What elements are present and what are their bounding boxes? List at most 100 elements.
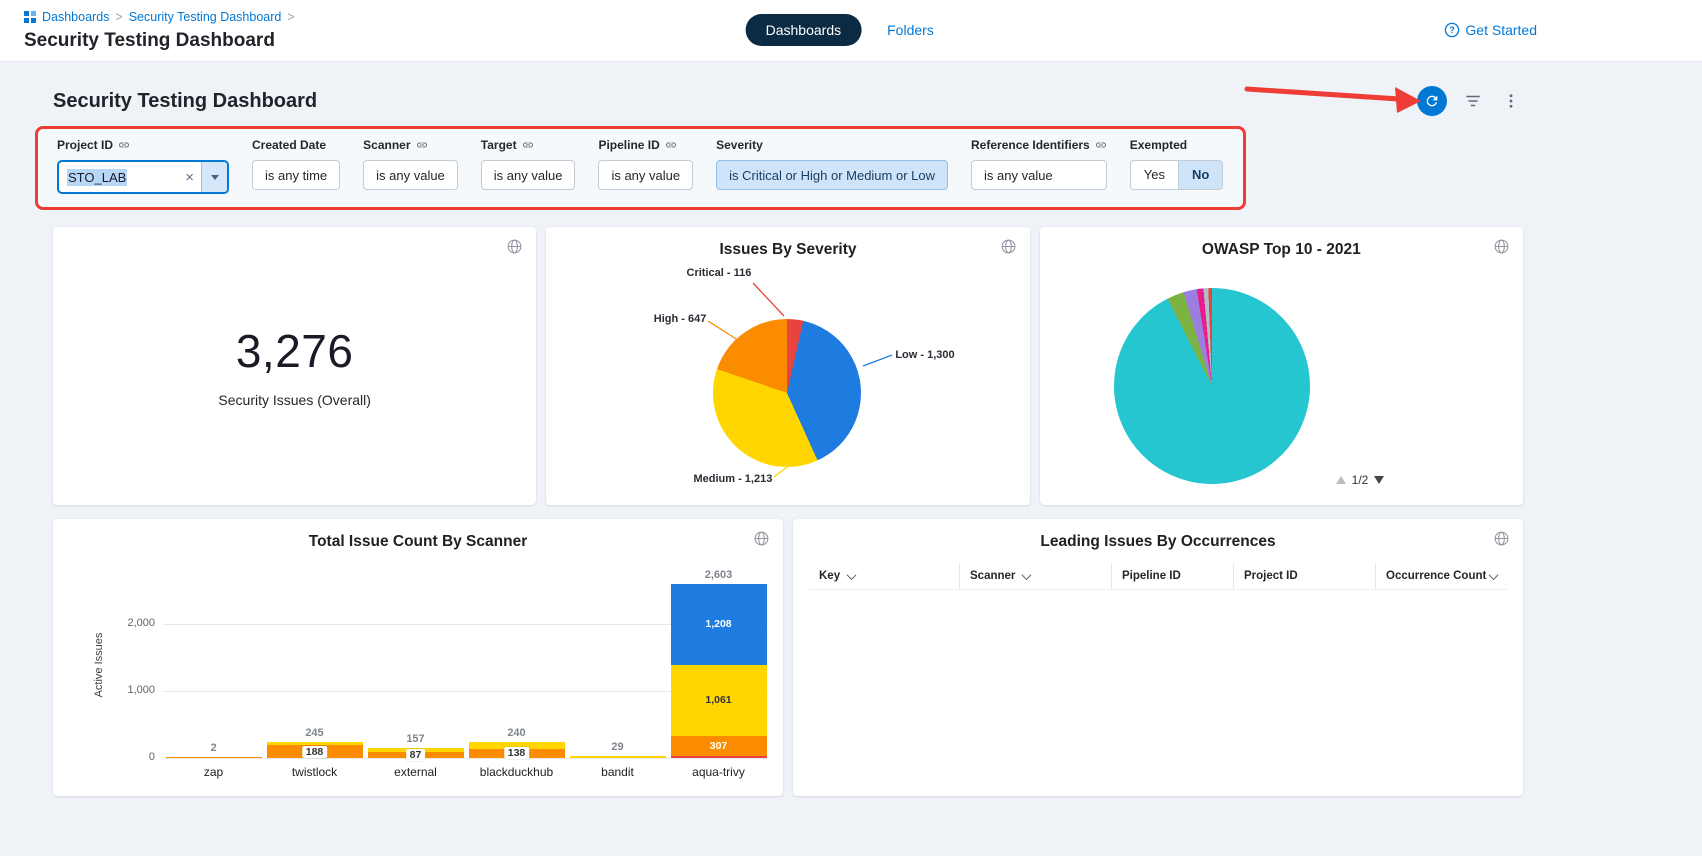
filter-label-target: Target	[481, 138, 517, 152]
refresh-button[interactable]	[1417, 86, 1447, 116]
bar-twistlock: 245188twistlock	[264, 572, 365, 758]
filter-exempted: Exempted Yes No	[1130, 138, 1224, 190]
bar-stack[interactable]	[570, 756, 666, 758]
bar-segment-label: 188	[302, 746, 328, 758]
bar-stack[interactable]	[166, 757, 262, 758]
occurrences-table-body	[793, 590, 1523, 770]
column-header-scanner[interactable]: Scanner	[959, 563, 1111, 589]
more-options-button[interactable]	[1499, 89, 1523, 113]
exempted-option-yes[interactable]: Yes	[1131, 161, 1178, 189]
bar-segment[interactable]	[570, 756, 666, 758]
bar-segment[interactable]	[671, 756, 767, 758]
bar-bandit: 29bandit	[567, 572, 668, 758]
bar-segment[interactable]: 1,061	[671, 665, 767, 736]
clear-icon[interactable]: ×	[178, 169, 201, 186]
breadcrumb-separator: >	[115, 10, 122, 24]
page-up-icon[interactable]	[1336, 476, 1346, 484]
exempted-option-no[interactable]: No	[1178, 161, 1222, 189]
breadcrumb-link-dashboards[interactable]: Dashboards	[42, 10, 109, 24]
scanner-bar-plot: 01,0002,0002zap245188twistlock15787exter…	[163, 572, 769, 758]
owasp-pie[interactable]	[1114, 288, 1310, 484]
bar-segment[interactable]: 87	[368, 752, 464, 758]
get-started-link[interactable]: ? Get Started	[1444, 22, 1537, 38]
severity-filter-button[interactable]: is Critical or High or Medium or Low	[716, 160, 948, 190]
globe-icon	[1493, 530, 1510, 547]
bar-total-label: 2	[210, 742, 216, 754]
pie-label-high: High - 647	[594, 313, 706, 325]
column-label: Key	[819, 570, 840, 582]
chevron-down-icon[interactable]	[1022, 570, 1032, 580]
page-down-icon[interactable]	[1374, 476, 1384, 484]
reference-identifiers-filter-button[interactable]: is any value	[971, 160, 1107, 190]
bar-stack[interactable]: 188	[267, 742, 363, 758]
breadcrumb-link-current[interactable]: Security Testing Dashboard	[129, 10, 282, 24]
card-security-issues-overall: 3,276 Security Issues (Overall)	[53, 227, 536, 505]
tab-dashboards[interactable]: Dashboards	[746, 14, 862, 46]
filter-label-scanner: Scanner	[363, 138, 410, 152]
pie-pagination: 1/2	[1336, 473, 1385, 487]
filter-target: Target is any value	[481, 138, 576, 190]
explore-globe-button[interactable]	[751, 528, 772, 552]
column-header-occurrence-count[interactable]: Occurrence Count	[1375, 563, 1507, 589]
combobox-dropdown-button[interactable]	[201, 162, 227, 192]
bar-segment[interactable]: 138	[469, 749, 565, 758]
bar-stack[interactable]: 138	[469, 742, 565, 758]
column-header-key[interactable]: Key	[809, 563, 959, 589]
column-label: Occurrence Count	[1386, 570, 1486, 582]
project-id-combobox[interactable]: STO_LAB ×	[57, 160, 229, 194]
bar-zap: 2zap	[163, 572, 264, 758]
get-started-label: Get Started	[1465, 22, 1537, 38]
bar-segment[interactable]: 307	[671, 736, 767, 757]
breadcrumb: Dashboards > Security Testing Dashboard …	[24, 10, 295, 24]
view-tabs: Dashboards Folders	[746, 14, 934, 46]
overall-count: 3,276	[236, 324, 354, 378]
pipeline-id-filter-button[interactable]: is any value	[598, 160, 693, 190]
bar-total-label: 245	[305, 727, 323, 739]
column-header-pipeline-id: Pipeline ID	[1111, 563, 1233, 589]
target-filter-button[interactable]: is any value	[481, 160, 576, 190]
filter-label-exempted: Exempted	[1130, 138, 1187, 152]
y-axis-title: Active Issues	[93, 633, 105, 698]
card-title-occurrences: Leading Issues By Occurrences	[793, 519, 1523, 551]
scanner-filter-button[interactable]: is any value	[363, 160, 458, 190]
chevron-down-icon[interactable]	[847, 570, 857, 580]
created-date-filter-button[interactable]: is any time	[252, 160, 340, 190]
bar-external: 15787external	[365, 572, 466, 758]
tab-folders[interactable]: Folders	[887, 22, 934, 38]
column-header-project-id: Project ID	[1233, 563, 1375, 589]
filter-button[interactable]	[1461, 89, 1485, 113]
refresh-icon	[1424, 93, 1440, 109]
bar-segment[interactable]: 188	[267, 745, 363, 758]
bar-stack[interactable]: 87	[368, 748, 464, 758]
filter-label-pipeline-id: Pipeline ID	[598, 138, 659, 152]
explore-globe-button[interactable]	[998, 236, 1019, 260]
y-axis-tick: 0	[111, 751, 155, 763]
bar-segment[interactable]: 1,208	[671, 584, 767, 665]
bar-columns: 2zap245188twistlock15787external240138bl…	[163, 572, 769, 758]
explore-globe-button[interactable]	[1491, 528, 1512, 552]
card-leading-issues-by-occurrences: Leading Issues By Occurrences Key Scanner…	[793, 519, 1523, 796]
bar-segment-label: 1,208	[705, 618, 731, 630]
link-icon	[416, 139, 428, 151]
chevron-down-icon[interactable]	[1489, 570, 1499, 580]
explore-globe-button[interactable]	[1491, 236, 1512, 260]
bar-segment[interactable]	[166, 757, 262, 758]
page-title: Security Testing Dashboard	[24, 30, 275, 52]
card-issues-by-severity: Issues By Severity Critical - 116 High -…	[546, 227, 1029, 505]
column-label: Pipeline ID	[1122, 570, 1181, 582]
pie-label-critical: Critical - 116	[641, 267, 751, 279]
svg-text:?: ?	[1450, 25, 1456, 35]
y-axis-tick: 2,000	[111, 617, 155, 629]
x-axis-label: blackduckhub	[480, 765, 553, 779]
filter-project-id: Project ID STO_LAB ×	[57, 138, 229, 194]
filter-label-reference-identifiers: Reference Identifiers	[971, 138, 1090, 152]
bar-total-label: 157	[406, 733, 424, 745]
gridline	[163, 758, 769, 759]
dashboard-title: Security Testing Dashboard	[53, 90, 317, 113]
bar-total-label: 29	[611, 741, 623, 753]
page-indicator: 1/2	[1352, 473, 1369, 487]
x-axis-label: twistlock	[292, 765, 337, 779]
bar-stack[interactable]: 3071,061 1,208	[671, 584, 767, 758]
issues-by-severity-pie[interactable]	[713, 319, 861, 467]
project-id-value[interactable]: STO_LAB	[67, 169, 127, 186]
